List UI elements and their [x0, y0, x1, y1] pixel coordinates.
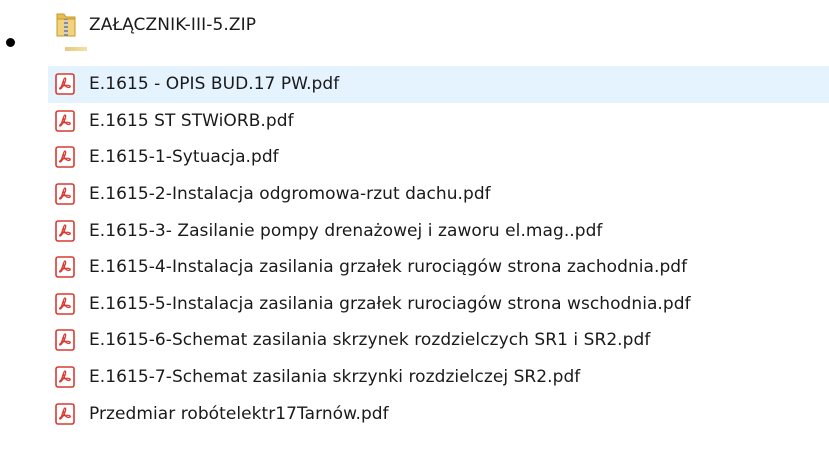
file-name: E.1615-2-Instalacja odgromowa-rzut dachu… [89, 184, 491, 205]
file-name: E.1615-5-Instalacja zasilania grzałek ru… [89, 293, 691, 314]
list-bullet [6, 38, 15, 47]
file-name: Przedmiar robótelektr17Tarnów.pdf [89, 403, 389, 424]
file-name: E.1615-3- Zasilanie pompy drenażowej i z… [89, 220, 603, 241]
file-name: E.1615 - OPIS BUD.17 PW.pdf [89, 74, 340, 95]
file-list-item[interactable]: E.1615-2-Instalacja odgromowa-rzut dachu… [48, 176, 829, 213]
zip-folder-icon [55, 12, 77, 38]
file-list-item[interactable]: E.1615-3- Zasilanie pompy drenażowej i z… [48, 212, 829, 249]
file-name: E.1615-7-Schemat zasilania skrzynki rozd… [89, 367, 581, 388]
file-name: E.1615-6-Schemat zasilania skrzynek rozd… [89, 330, 651, 351]
pdf-icon [55, 293, 75, 315]
pdf-icon [55, 110, 75, 132]
pdf-icon [55, 366, 75, 388]
pdf-icon [55, 146, 75, 169]
pdf-icon [55, 402, 75, 425]
pdf-file-list: E.1615 - OPIS BUD.17 PW.pdf E.1615 ST STW… [48, 66, 829, 432]
pdf-icon [55, 73, 75, 96]
file-list-item[interactable]: E.1615 - OPIS BUD.17 PW.pdf [48, 66, 829, 103]
file-list-item[interactable]: E.1615-6-Schemat zasilania skrzynek rozd… [48, 322, 829, 359]
file-name: E.1615-1-Sytuacja.pdf [89, 147, 279, 168]
file-list-item[interactable]: E.1615 ST STWiORB.pdf [48, 103, 829, 140]
file-name: E.1615 ST STWiORB.pdf [89, 110, 294, 131]
zip-icon-fragment [65, 47, 87, 51]
file-list-item[interactable]: E.1615-7-Schemat zasilania skrzynki rozd… [48, 359, 829, 396]
file-name: E.1615-4-Instalacja zasilania grzałek ru… [89, 257, 688, 278]
file-list-view: ZAŁĄCZNIK-III-5.ZIP E.1615 - OPIS BUD.17… [0, 0, 829, 475]
file-list-item[interactable]: E.1615-1-Sytuacja.pdf [48, 139, 829, 176]
zip-file-item[interactable]: ZAŁĄCZNIK-III-5.ZIP [55, 7, 256, 43]
pdf-icon [55, 219, 75, 242]
file-list-item[interactable]: E.1615-5-Instalacja zasilania grzałek ru… [48, 286, 829, 323]
pdf-icon [55, 183, 75, 205]
pdf-icon [55, 329, 75, 352]
zip-file-name: ZAŁĄCZNIK-III-5.ZIP [89, 15, 257, 35]
file-list-item[interactable]: E.1615-4-Instalacja zasilania grzałek ru… [48, 249, 829, 286]
file-list-item[interactable]: Przedmiar robótelektr17Tarnów.pdf [48, 395, 829, 432]
pdf-icon [55, 256, 75, 279]
